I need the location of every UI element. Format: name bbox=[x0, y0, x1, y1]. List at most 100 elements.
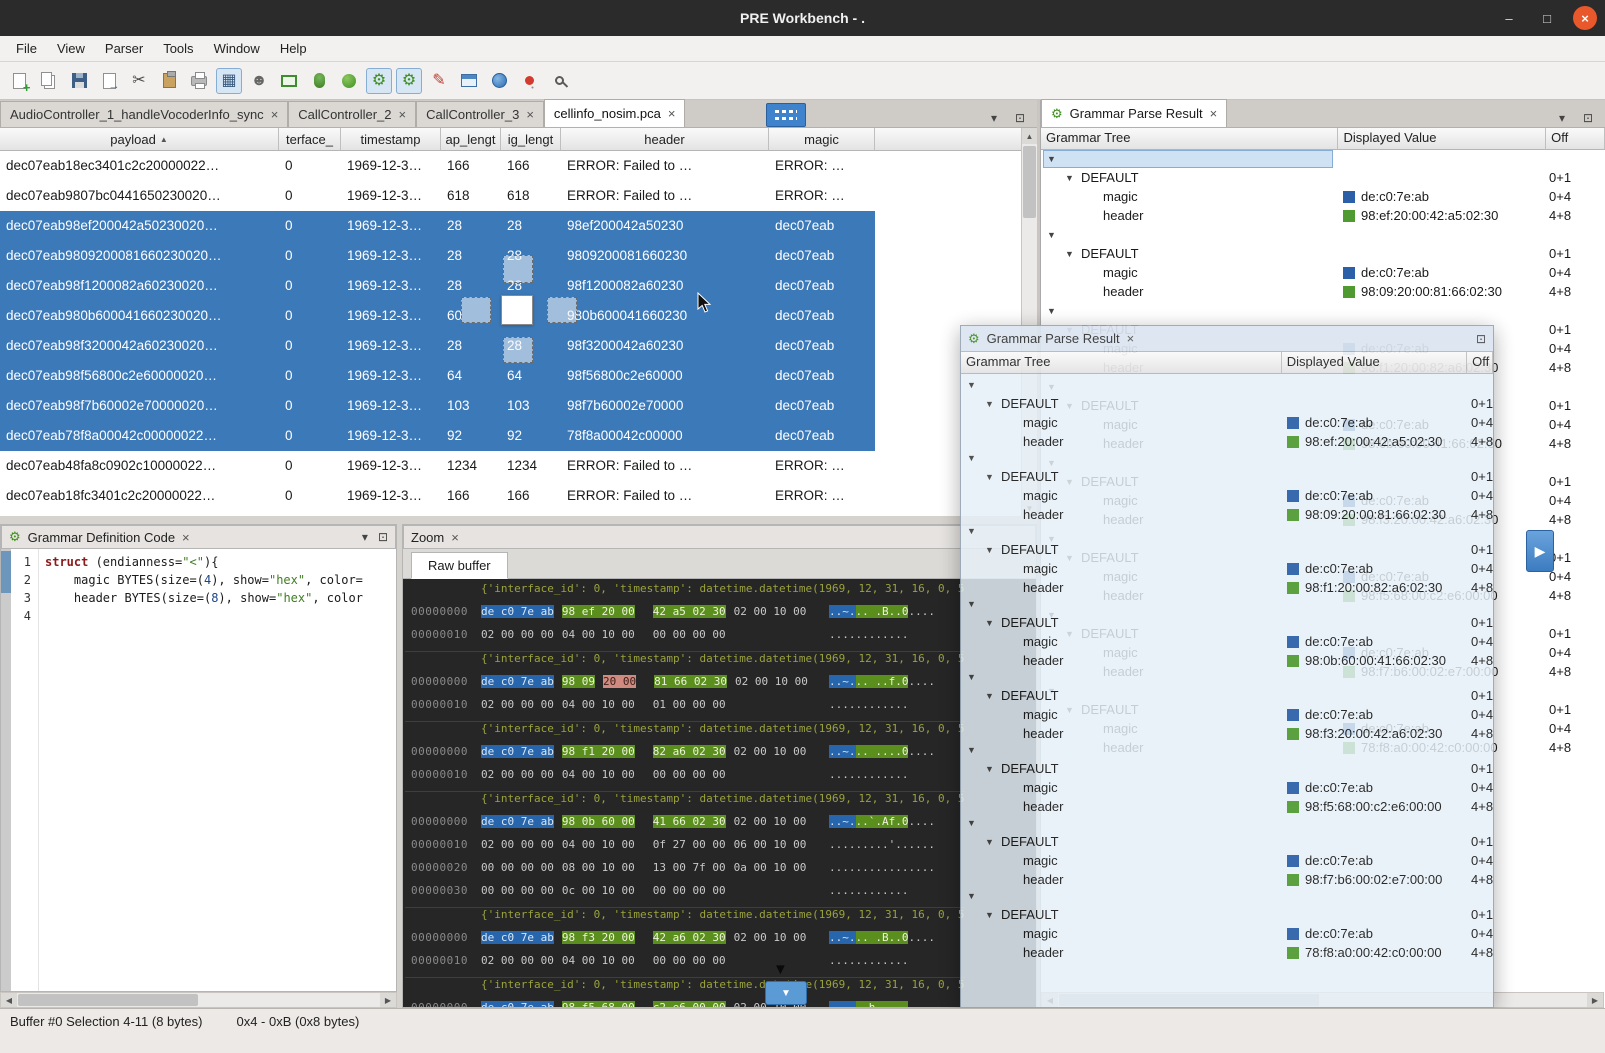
table-row[interactable]: dec07eab18fc3401c2c20000022…01969-12-3…1… bbox=[0, 481, 875, 511]
close-icon[interactable]: × bbox=[668, 106, 676, 121]
tree-toggle-row[interactable]: ▼ bbox=[961, 376, 1493, 395]
table-row[interactable]: dec07eab48fa8c0902c10000022…01969-12-3…1… bbox=[0, 451, 875, 481]
table-row[interactable]: dec07eab98ef200042a50230020…01969-12-3…2… bbox=[0, 211, 875, 241]
hex-byte-group[interactable]: 04 00 10 00 bbox=[562, 954, 635, 967]
dock-right-arrow[interactable]: ▶ bbox=[1526, 530, 1554, 572]
column-header-ig_lengt[interactable]: ig_lengt bbox=[501, 128, 561, 151]
column-header-magic[interactable]: magic bbox=[769, 128, 875, 151]
chevron-down-icon[interactable]: ▼ bbox=[1047, 306, 1056, 316]
hex-byte-group[interactable]: 02 00 10 00 bbox=[734, 605, 807, 618]
tree-column-header[interactable]: Grammar Tree bbox=[961, 352, 1282, 374]
menu-help[interactable]: Help bbox=[270, 38, 317, 59]
hex-byte-group[interactable]: 00 00 00 00 bbox=[653, 884, 726, 897]
titlebar[interactable]: PRE Workbench - . – □ × bbox=[0, 0, 1605, 36]
table-row[interactable]: dec07eab78f8a00042c00000022…01969-12-3…9… bbox=[0, 421, 875, 451]
hex-byte-group[interactable]: de c0 7e ab bbox=[481, 675, 554, 688]
search-icon[interactable] bbox=[546, 68, 572, 94]
hex-byte-group[interactable]: 02 00 10 00 bbox=[734, 931, 807, 944]
tree-node-row[interactable]: ▼DEFAULT0+1 bbox=[961, 614, 1493, 633]
cut-icon[interactable]: ✂ bbox=[126, 68, 152, 94]
tree-toggle-row[interactable]: ▼ bbox=[961, 595, 1493, 614]
tree-column-header[interactable]: Off bbox=[1467, 352, 1493, 374]
hex-byte-group[interactable]: 04 00 10 00 bbox=[562, 628, 635, 641]
scrollbar-thumb[interactable] bbox=[1023, 146, 1036, 218]
hex-byte-group[interactable]: 00 00 00 00 bbox=[653, 954, 726, 967]
chevron-down-icon[interactable]: ▼ bbox=[1065, 249, 1074, 259]
tree-node-row[interactable]: ▼DEFAULT0+1 bbox=[961, 395, 1493, 414]
copy-icon[interactable] bbox=[36, 68, 62, 94]
hex-byte-group[interactable]: de c0 7e ab bbox=[481, 605, 554, 618]
hex-byte-group[interactable]: 00 00 00 00 bbox=[481, 884, 554, 897]
close-icon[interactable]: × bbox=[182, 530, 190, 545]
hex-byte-group[interactable]: 02 00 00 00 bbox=[481, 698, 554, 711]
close-icon[interactable]: × bbox=[399, 107, 407, 122]
close-icon[interactable]: × bbox=[271, 107, 279, 122]
tab-float-button[interactable]: ⊡ bbox=[1011, 109, 1029, 127]
tree-field-magic[interactable]: magicde:c0:7e:ab0+4 bbox=[961, 633, 1493, 652]
hex-byte-group[interactable]: 04 00 10 00 bbox=[562, 838, 635, 851]
table-row[interactable]: dec07eab9807bc0441650230020…01969-12-3…6… bbox=[0, 181, 875, 211]
close-icon[interactable]: × bbox=[1210, 106, 1218, 121]
tree-toggle-row[interactable]: ▼ bbox=[961, 741, 1493, 760]
hex-byte-group[interactable]: 42 a6 02 30 bbox=[653, 931, 726, 944]
tree-node-row[interactable]: ▼DEFAULT0+1 bbox=[961, 906, 1493, 925]
hex-byte-group[interactable]: 02 00 00 00 bbox=[481, 768, 554, 781]
hex-byte-group[interactable]: 04 00 10 00 bbox=[562, 768, 635, 781]
hex-byte-group[interactable]: 0c 00 10 00 bbox=[562, 884, 635, 897]
new-file-icon[interactable] bbox=[6, 68, 32, 94]
column-header-payload[interactable]: payload▲ bbox=[0, 128, 279, 151]
tree-toggle-row[interactable]: ▼ bbox=[1041, 226, 1605, 245]
hex-byte-group[interactable]: de c0 7e ab bbox=[481, 1001, 554, 1007]
hex-byte-group[interactable]: 02 00 00 00 bbox=[481, 838, 554, 851]
close-icon[interactable]: × bbox=[526, 107, 534, 122]
close-icon[interactable]: × bbox=[1127, 331, 1135, 346]
table-row[interactable]: dec07eab18ec3401c2c20000022…01969-12-3…1… bbox=[0, 151, 875, 181]
chevron-down-icon[interactable]: ▼ bbox=[967, 891, 976, 901]
grammar-code-titlebar[interactable]: ⚙ Grammar Definition Code × ▾ ⊡ bbox=[1, 525, 396, 549]
chevron-down-icon[interactable]: ▼ bbox=[985, 837, 994, 847]
hex-byte-group[interactable]: 01 00 00 00 bbox=[653, 698, 726, 711]
hex-byte-group[interactable]: 00 00 00 00 bbox=[653, 628, 726, 641]
hex-byte-group[interactable]: 04 00 10 00 bbox=[562, 698, 635, 711]
float-restore-icon[interactable]: ⊡ bbox=[1476, 332, 1486, 346]
tab-grammar-parse-result[interactable]: ⚙ Grammar Parse Result × bbox=[1041, 99, 1227, 127]
tab-3[interactable]: CallController_3× bbox=[416, 101, 544, 127]
gear2-icon[interactable]: ⚙ bbox=[396, 68, 422, 94]
hex-byte-group[interactable]: 0a 00 10 00 bbox=[734, 861, 807, 874]
minimize-button[interactable]: – bbox=[1497, 6, 1521, 30]
web-icon[interactable] bbox=[486, 68, 512, 94]
floating-parse-result-window[interactable]: ⚙ Grammar Parse Result × ⊡ Grammar TreeD… bbox=[960, 325, 1494, 1008]
tree-node-row[interactable]: ▼DEFAULT0+1 bbox=[1041, 245, 1605, 264]
hex-byte-group[interactable]: 06 00 10 00 bbox=[734, 838, 807, 851]
close-icon[interactable]: × bbox=[451, 530, 459, 545]
tree-field-magic[interactable]: magicde:c0:7e:ab0+4 bbox=[1041, 264, 1605, 283]
chevron-down-icon[interactable]: ▼ bbox=[1047, 154, 1056, 164]
tree-toggle-row[interactable]: ▼ bbox=[961, 449, 1493, 468]
chevron-down-icon[interactable]: ▼ bbox=[985, 764, 994, 774]
maximize-button[interactable]: □ bbox=[1535, 6, 1559, 30]
panel-menu-icon[interactable]: ▾ bbox=[362, 530, 368, 544]
table-row[interactable]: dec07eab9809200081660230020…01969-12-3…2… bbox=[0, 241, 875, 271]
tree-field-magic[interactable]: magicde:c0:7e:ab0+4 bbox=[961, 779, 1493, 798]
tree-field-header[interactable]: header98:09:20:00:81:66:02:304+8 bbox=[1041, 283, 1605, 302]
marker-icon[interactable]: ✎ bbox=[426, 68, 452, 94]
hex-byte-group[interactable]: 02 00 00 00 bbox=[481, 954, 554, 967]
tree-toggle-row[interactable]: ▼ bbox=[961, 887, 1493, 906]
tree-field-magic[interactable]: magicde:c0:7e:ab0+4 bbox=[961, 852, 1493, 871]
hex-byte-group[interactable]: de c0 7e ab bbox=[481, 815, 554, 828]
menu-file[interactable]: File bbox=[6, 38, 47, 59]
panel-menu-icon[interactable]: ▾ bbox=[1553, 109, 1571, 127]
panel-float-icon[interactable]: ⊡ bbox=[1579, 109, 1597, 127]
tree-field-magic[interactable]: magicde:c0:7e:ab0+4 bbox=[961, 925, 1493, 944]
hex-byte-group[interactable]: 02 00 10 00 bbox=[734, 815, 807, 828]
tree-column-header[interactable]: Off bbox=[1546, 128, 1605, 150]
hex-byte-group[interactable]: 98 09 bbox=[562, 675, 595, 688]
table-row[interactable]: dec07eab98f3200042a60230020…01969-12-3…2… bbox=[0, 331, 875, 361]
tree-node-row[interactable]: ▼DEFAULT0+1 bbox=[961, 468, 1493, 487]
panel-float-icon[interactable]: ⊡ bbox=[378, 530, 388, 544]
column-header-terface_[interactable]: terface_ bbox=[279, 128, 341, 151]
tree-toggle-row[interactable]: ▼ bbox=[961, 814, 1493, 833]
tree-column-header[interactable]: Grammar Tree bbox=[1041, 128, 1338, 150]
menu-window[interactable]: Window bbox=[204, 38, 270, 59]
tree-toggle-row[interactable]: ▼ bbox=[1041, 150, 1605, 169]
